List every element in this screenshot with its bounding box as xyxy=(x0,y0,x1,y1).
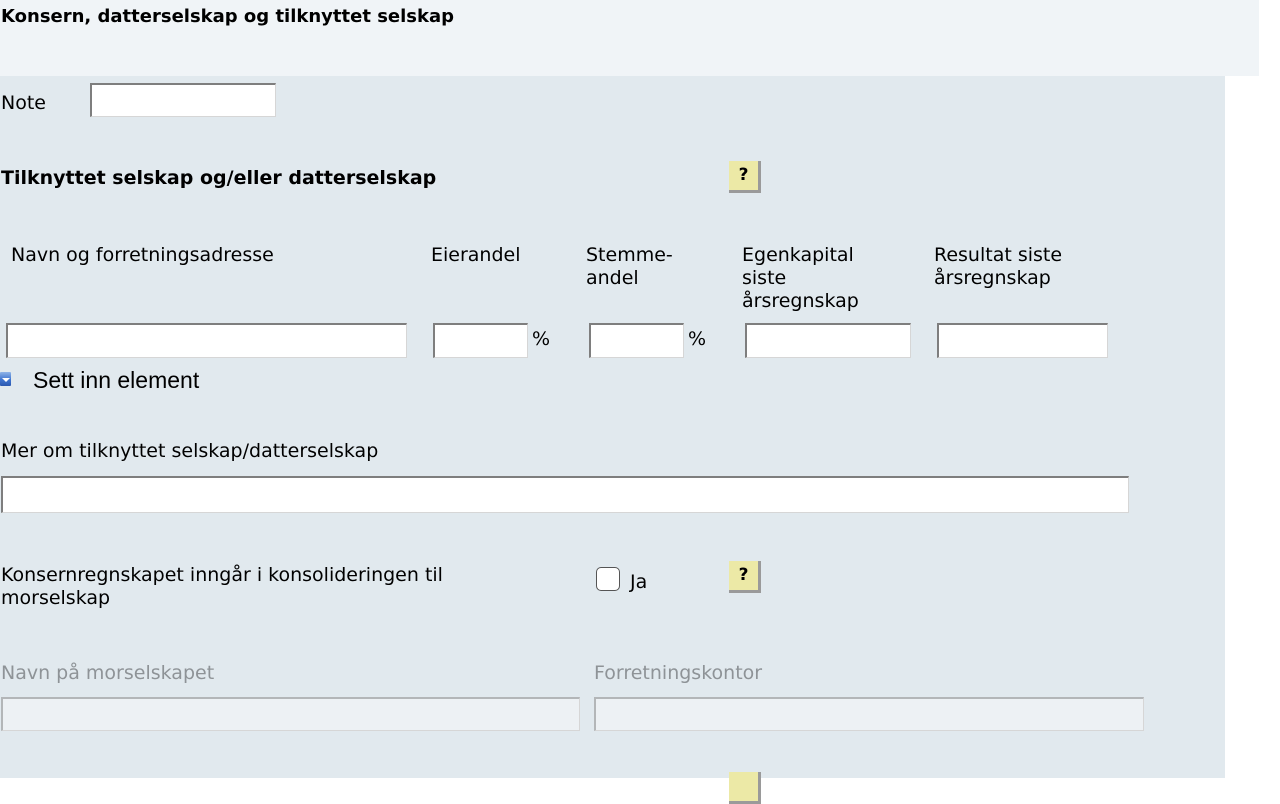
associated-heading: Tilknyttet selskap og/eller datterselska… xyxy=(1,167,437,189)
ownership-percent-sign: % xyxy=(532,328,551,350)
column-header-ownership: Eierandel xyxy=(431,244,521,266)
more-info-label: Mer om tilknyttet selskap/datterselskap xyxy=(1,440,379,462)
page-title: Konsern, datterselskap og tilknyttet sel… xyxy=(1,6,455,27)
more-info-input[interactable] xyxy=(1,476,1129,513)
column-header-equity: Egenkapital siste årsregnskap xyxy=(742,244,859,312)
note-label: Note xyxy=(1,92,46,114)
consolidation-checkbox-label[interactable]: Ja xyxy=(630,571,647,594)
column-header-voting: Stemme- andel xyxy=(586,244,673,289)
consolidation-label: Konsernregnskapet inngår i konsolidering… xyxy=(1,564,443,609)
note-input[interactable] xyxy=(90,83,276,117)
ownership-share-input[interactable] xyxy=(433,323,528,358)
parent-office-label: Forretningskontor xyxy=(594,662,763,684)
parent-office-input[interactable] xyxy=(594,697,1144,731)
help-icon[interactable]: ? xyxy=(729,561,761,593)
equity-input[interactable] xyxy=(745,323,911,358)
insert-element-icon[interactable] xyxy=(0,372,11,386)
help-icon[interactable]: ? xyxy=(729,161,761,193)
insert-element-link[interactable]: Sett inn element xyxy=(33,367,199,393)
consolidation-checkbox[interactable] xyxy=(596,567,620,591)
parent-name-input[interactable] xyxy=(1,697,580,731)
column-header-result: Resultat siste årsregnskap xyxy=(934,244,1063,289)
column-header-name: Navn og forretningsadresse xyxy=(11,244,274,266)
result-input[interactable] xyxy=(937,323,1108,358)
help-icon[interactable] xyxy=(729,772,761,804)
parent-name-label: Navn på morselskapet xyxy=(1,662,215,684)
company-name-input[interactable] xyxy=(6,323,407,358)
voting-share-input[interactable] xyxy=(589,323,684,358)
voting-percent-sign: % xyxy=(688,328,707,350)
page-header: Konsern, datterselskap og tilknyttet sel… xyxy=(0,0,1259,76)
